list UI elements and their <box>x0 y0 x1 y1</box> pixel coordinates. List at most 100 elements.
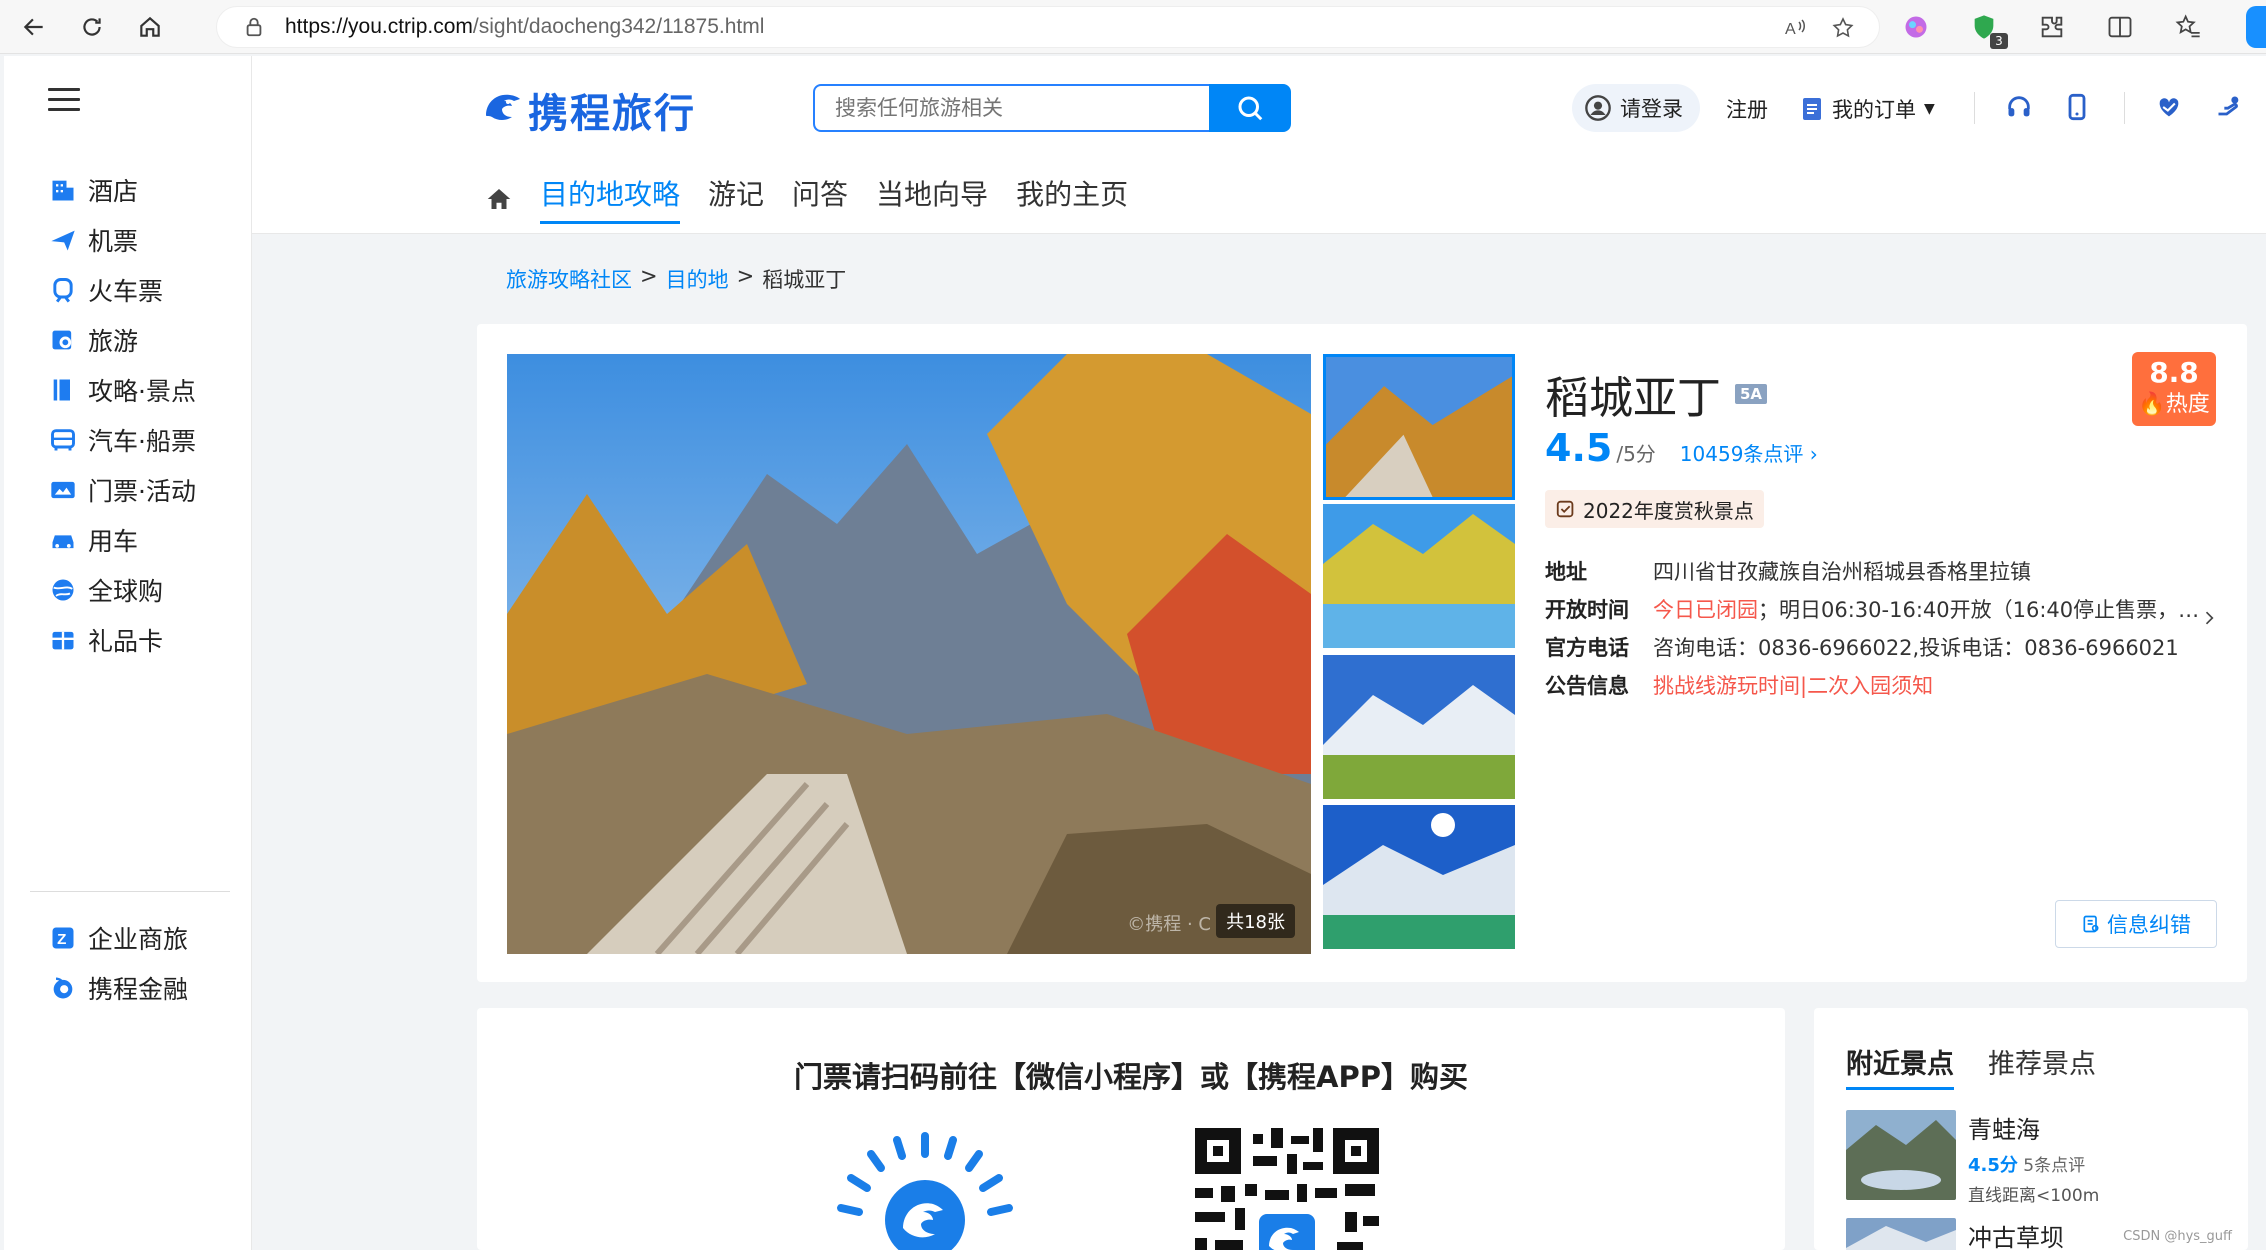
sidebar-item-finance[interactable]: 携程金融 <box>48 968 188 1008</box>
address-bar[interactable]: https://you.ctrip.com/sight/daocheng342/… <box>216 6 1880 48</box>
logo-text: 携程旅行 <box>528 91 696 137</box>
nav-qa[interactable]: 问答 <box>792 174 848 224</box>
left-sidebar: 酒店 机票 火车票 旅游 攻略·景点 汽车·船票 门票·活动 用车 全球购 礼品… <box>4 56 252 1250</box>
svg-text:A: A <box>1785 21 1796 38</box>
meadow-photo-image <box>1846 1218 1956 1250</box>
award-icon <box>1556 500 1574 518</box>
photo-count-badge[interactable]: 共18张 <box>1216 904 1295 938</box>
menu-icon[interactable] <box>48 88 80 112</box>
nav-my-page[interactable]: 我的主页 <box>1016 174 1128 224</box>
sidebar-item-business[interactable]: Z 企业商旅 <box>48 918 188 958</box>
thumbnail-snow-mountain-image <box>1323 655 1515 799</box>
rating: 4.5 /5分 10459条点评 › <box>1545 426 1818 470</box>
split-screen-button[interactable] <box>2104 11 2136 43</box>
read-aloud-icon[interactable]: A <box>1783 16 1807 40</box>
sidebar-item-global-shop[interactable]: 全球购 <box>48 570 163 610</box>
customer-service-button[interactable] <box>2002 90 2036 124</box>
sidebar-item-gift-card[interactable]: 礼品卡 <box>48 620 163 660</box>
register-label: 注册 <box>1726 98 1768 122</box>
hours-row[interactable]: 开放时间 今日已闭园；明日06:30-16:40开放（16:40停止售票，16:… <box>1545 594 2225 624</box>
sidebar-item-guide[interactable]: 攻略·景点 <box>48 370 196 410</box>
refresh-button[interactable] <box>68 3 116 51</box>
hours-value: 今日已闭园；明日06:30-16:40开放（16:40停止售票，16:... <box>1653 598 2209 622</box>
thumbnail-3[interactable] <box>1323 655 1515 799</box>
sidebar-item-flight[interactable]: 机票 <box>48 220 138 260</box>
sidebar-item-train[interactable]: 火车票 <box>48 270 163 310</box>
love-button[interactable] <box>2152 90 2186 124</box>
search-input[interactable] <box>815 86 1209 130</box>
nav-local-guide[interactable]: 当地向导 <box>876 174 988 224</box>
sidebar-item-hotel[interactable]: 酒店 <box>48 170 138 210</box>
nearby-item-name: 青蛙海 <box>1968 1116 2040 1144</box>
hand-icon <box>2218 96 2239 116</box>
nearby-item-name: 冲古草坝 <box>1968 1224 2064 1250</box>
login-button[interactable]: 请登录 <box>1572 84 1700 132</box>
home-icon <box>140 16 160 37</box>
my-orders-dropdown[interactable]: 我的订单 ▼ <box>1802 94 1935 124</box>
svg-text:Z: Z <box>57 931 66 948</box>
phone-icon <box>2068 93 2086 121</box>
ctrip-logo[interactable]: 携程旅行 <box>478 80 696 140</box>
sidebar-item-label: 机票 <box>88 227 139 256</box>
extension-shield[interactable]: 3 <box>1968 11 2008 49</box>
guide-icon <box>48 375 78 405</box>
search-field[interactable] <box>813 84 1209 132</box>
qr-code-icon <box>1195 1128 1379 1250</box>
lake-photo-image <box>1846 1110 1956 1200</box>
search-button[interactable] <box>1209 84 1291 132</box>
thumbnail-2[interactable] <box>1323 504 1515 648</box>
sidebar-item-label: 礼品卡 <box>88 627 164 656</box>
home-icon[interactable] <box>484 184 514 214</box>
tab-recommended-sights[interactable]: 推荐景点 <box>1988 1042 2096 1087</box>
app-download-qr <box>1195 1128 1379 1250</box>
register-link[interactable]: 注册 <box>1726 94 1768 124</box>
globe-icon <box>48 575 78 605</box>
edge-copilot-button[interactable] <box>2246 6 2266 48</box>
breadcrumb-separator: > <box>736 264 755 288</box>
sidebar-item-bus[interactable]: 汽车·船票 <box>48 420 196 460</box>
travel-icon <box>48 325 78 355</box>
main-photo[interactable]: ©携程 · C 共18张 <box>507 354 1311 954</box>
sight-name: 稻城亚丁 <box>1545 373 1721 424</box>
tab-nearby-sights[interactable]: 附近景点 <box>1846 1042 1954 1090</box>
finance-icon <box>48 973 78 1003</box>
nav-destination-guide[interactable]: 目的地攻略 <box>540 174 681 224</box>
train-icon <box>48 275 78 305</box>
extension-copilot[interactable] <box>1900 11 1932 43</box>
plane-icon <box>48 225 78 255</box>
thumbnail-valley-image <box>1323 504 1515 648</box>
sidebar-item-ticket[interactable]: 门票·活动 <box>48 470 196 510</box>
home-button[interactable] <box>126 3 174 51</box>
nav-travelogue[interactable]: 游记 <box>708 174 764 224</box>
dolphin-logo-icon <box>486 94 520 120</box>
gift-card-icon <box>48 625 78 655</box>
thumbnail-1[interactable] <box>1323 354 1515 500</box>
favorite-star-icon[interactable] <box>1831 16 1855 40</box>
photo-watermark: ©携程 · C <box>1127 914 1211 935</box>
extensions-button[interactable] <box>2036 11 2068 43</box>
breadcrumb-community[interactable]: 旅游攻略社区 <box>506 264 632 294</box>
notice-label: 公告信息 <box>1545 674 1629 698</box>
notice-link[interactable]: 挑战线游玩时间|二次入园须知 <box>1653 670 2209 700</box>
breadcrumb-current: 稻城亚丁 <box>762 268 847 292</box>
back-button[interactable] <box>10 3 58 51</box>
sidebar-item-car[interactable]: 用车 <box>48 520 138 560</box>
award-badge[interactable]: 2022年度赏秋景点 <box>1545 490 1764 528</box>
nearby-item-photo <box>1846 1110 1956 1200</box>
nearby-item[interactable]: 青蛙海 4.5分 5条点评 直线距离<100m <box>1846 1110 2226 1206</box>
accessibility-button[interactable] <box>2212 90 2246 124</box>
reviews-link[interactable]: 10459条点评 › <box>1680 438 1818 467</box>
nearby-item-photo <box>1846 1218 1956 1250</box>
thumbnail-4[interactable] <box>1323 805 1515 949</box>
sidebar-item-label: 酒店 <box>88 177 139 206</box>
sidebar-item-label: 携程金融 <box>88 975 189 1004</box>
info-correction-button[interactable]: 信息纠错 <box>2055 900 2217 948</box>
mobile-app-button[interactable] <box>2060 90 2094 124</box>
breadcrumb-destination[interactable]: 目的地 <box>666 264 729 294</box>
address-row: 地址 四川省甘孜藏族自治州稻城县香格里拉镇 <box>1545 556 2225 586</box>
hours-expand-chevron-icon[interactable] <box>2199 608 2219 628</box>
sidebar-item-travel[interactable]: 旅游 <box>48 320 138 360</box>
ticket-title: 门票请扫码前往【微信小程序】或【携程APP】购买 <box>794 1060 1468 1094</box>
address-label: 地址 <box>1545 560 1587 584</box>
favorites-button[interactable] <box>2172 11 2204 43</box>
